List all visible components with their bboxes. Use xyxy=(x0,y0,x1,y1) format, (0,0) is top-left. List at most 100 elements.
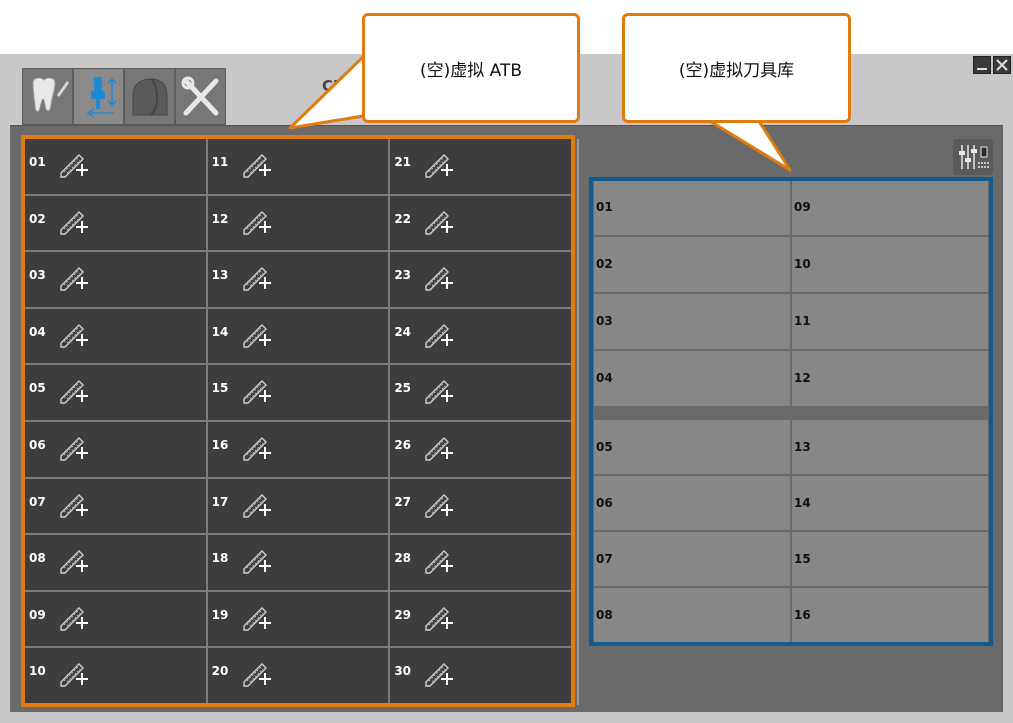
atb-slot[interactable]: 03 xyxy=(25,252,206,307)
atb-slot-number: 17 xyxy=(211,494,229,509)
library-slot[interactable]: 02 xyxy=(594,237,790,292)
atb-slot[interactable]: 30 xyxy=(390,648,571,703)
add-tool-icon[interactable] xyxy=(242,489,272,519)
atb-slot[interactable]: 20 xyxy=(207,648,389,703)
library-slot[interactable]: 15 xyxy=(792,532,988,586)
atb-slot[interactable]: 15 xyxy=(207,365,389,420)
atb-slot[interactable]: 21 xyxy=(390,139,571,194)
add-tool-icon[interactable] xyxy=(59,375,89,405)
add-tool-icon[interactable] xyxy=(59,262,89,292)
atb-slot[interactable]: 29 xyxy=(390,591,571,647)
atb-slot[interactable]: 27 xyxy=(390,478,571,534)
atb-slot-number: 02 xyxy=(29,211,46,226)
atb-slot-number: 28 xyxy=(394,551,412,566)
library-slot[interactable]: 07 xyxy=(594,532,790,586)
atb-slot[interactable]: 24 xyxy=(390,308,571,364)
add-tool-icon[interactable] xyxy=(424,489,454,519)
atb-slot-number: 21 xyxy=(394,155,412,169)
add-tool-icon[interactable] xyxy=(424,206,454,236)
library-slot[interactable]: 16 xyxy=(792,588,988,642)
atb-slot[interactable]: 10 xyxy=(25,648,206,703)
add-tool-icon[interactable] xyxy=(242,319,272,349)
panel-divider[interactable] xyxy=(577,139,579,705)
add-tool-icon[interactable] xyxy=(242,658,272,688)
close-button[interactable] xyxy=(993,56,1011,74)
atb-slot-number: 22 xyxy=(394,211,412,226)
atb-slot[interactable]: 12 xyxy=(207,195,389,251)
add-tool-icon[interactable] xyxy=(424,432,454,462)
add-tool-icon[interactable] xyxy=(424,602,454,632)
atb-slot[interactable]: 01 xyxy=(25,139,206,194)
atb-slot-number: 07 xyxy=(29,494,46,509)
atb-slot[interactable]: 06 xyxy=(25,421,206,477)
library-slot[interactable]: 13 xyxy=(792,420,988,474)
add-tool-icon[interactable] xyxy=(424,319,454,349)
atb-slot[interactable]: 02 xyxy=(25,195,206,251)
add-tool-icon[interactable] xyxy=(59,206,89,236)
atb-slot[interactable]: 22 xyxy=(390,195,571,251)
library-slot[interactable]: 12 xyxy=(792,351,988,406)
atb-slot[interactable]: 25 xyxy=(390,365,571,420)
atb-slot[interactable]: 07 xyxy=(25,478,206,534)
minimize-button[interactable] xyxy=(973,56,991,74)
atb-slot[interactable]: 08 xyxy=(25,535,206,590)
atb-slot[interactable]: 05 xyxy=(25,365,206,420)
atb-slot[interactable]: 19 xyxy=(207,591,389,647)
atb-slot[interactable]: 04 xyxy=(25,308,206,364)
atb-slot[interactable]: 17 xyxy=(207,478,389,534)
atb-slot[interactable]: 18 xyxy=(207,535,389,590)
add-tool-icon[interactable] xyxy=(242,432,272,462)
add-tool-icon[interactable] xyxy=(59,149,89,179)
library-slot[interactable]: 10 xyxy=(792,237,988,292)
add-tool-icon[interactable] xyxy=(424,375,454,405)
add-tool-icon[interactable] xyxy=(424,658,454,688)
atb-slot-number: 01 xyxy=(29,155,46,169)
add-tool-icon[interactable] xyxy=(424,545,454,575)
library-slot[interactable]: 05 xyxy=(594,420,790,474)
add-tool-icon[interactable] xyxy=(424,149,454,179)
library-slot[interactable]: 04 xyxy=(594,351,790,406)
stock-tab[interactable] xyxy=(124,68,175,125)
library-slot-number: 07 xyxy=(596,552,613,566)
add-tool-icon[interactable] xyxy=(424,262,454,292)
library-slot-number: 10 xyxy=(794,257,811,271)
atb-slot[interactable]: 09 xyxy=(25,591,206,647)
tools-tab[interactable] xyxy=(175,68,226,125)
library-slot[interactable]: 01 xyxy=(594,180,790,235)
add-tool-icon[interactable] xyxy=(242,545,272,575)
atb-slot-number: 13 xyxy=(211,268,229,283)
tool-position-tab[interactable] xyxy=(73,68,124,125)
atb-slot-number: 03 xyxy=(29,268,46,283)
blank-stock-icon xyxy=(132,77,167,116)
atb-slot-number: 30 xyxy=(394,664,412,679)
atb-slot[interactable]: 14 xyxy=(207,308,389,364)
add-tool-icon[interactable] xyxy=(59,489,89,519)
add-tool-icon[interactable] xyxy=(59,319,89,349)
atb-slot[interactable]: 13 xyxy=(207,252,389,307)
library-slot[interactable]: 03 xyxy=(594,294,790,349)
add-tool-icon[interactable] xyxy=(242,602,272,632)
add-tool-icon[interactable] xyxy=(242,375,272,405)
library-slot[interactable]: 11 xyxy=(792,294,988,349)
add-tool-icon[interactable] xyxy=(242,206,272,236)
atb-slot[interactable]: 28 xyxy=(390,535,571,590)
atb-slot[interactable]: 23 xyxy=(390,252,571,307)
add-tool-icon[interactable] xyxy=(242,262,272,292)
add-tool-icon[interactable] xyxy=(59,602,89,632)
tooth-pencil-icon xyxy=(31,77,69,112)
atb-slot[interactable]: 26 xyxy=(390,421,571,477)
tooth-tab[interactable] xyxy=(22,68,73,125)
atb-slot[interactable]: 16 xyxy=(207,421,389,477)
library-slot[interactable]: 08 xyxy=(594,588,790,642)
library-slot[interactable]: 06 xyxy=(594,476,790,530)
add-tool-icon[interactable] xyxy=(59,432,89,462)
library-settings-button[interactable] xyxy=(953,139,993,175)
library-slot[interactable]: 14 xyxy=(792,476,988,530)
library-slot-number: 13 xyxy=(794,440,811,454)
atb-slot[interactable]: 11 xyxy=(207,139,389,194)
library-slot[interactable]: 09 xyxy=(792,180,988,235)
add-tool-icon[interactable] xyxy=(242,149,272,179)
atb-slot-number: 15 xyxy=(211,381,229,396)
add-tool-icon[interactable] xyxy=(59,658,89,688)
add-tool-icon[interactable] xyxy=(59,545,89,575)
